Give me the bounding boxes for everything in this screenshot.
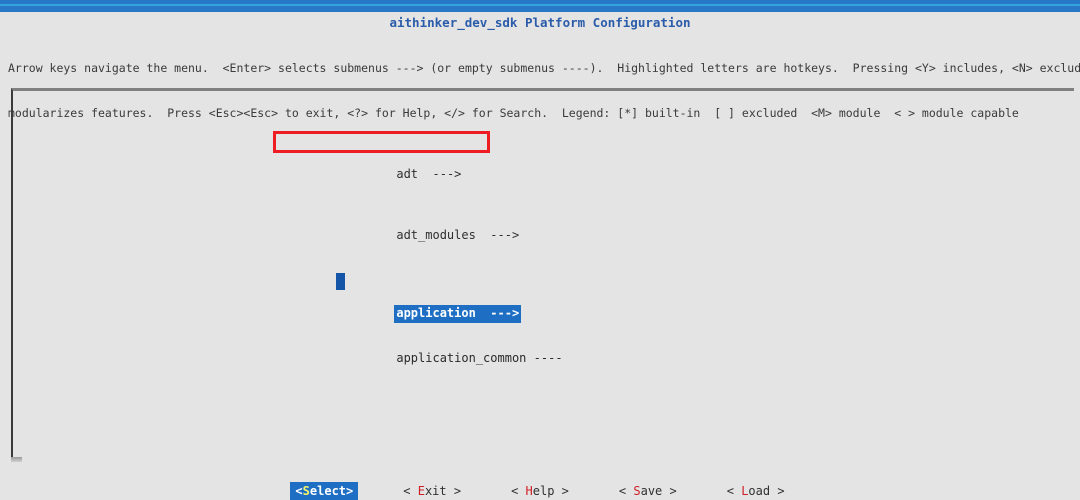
menu-item-application-common[interactable]: application_common ----: [353, 336, 953, 365]
menu-item-adt-modules[interactable]: adt_modules --->: [353, 213, 953, 242]
menu-item-application[interactable]: application --->: [336, 273, 953, 323]
select-button[interactable]: <Select>: [290, 481, 359, 500]
menu-item-label: application --->: [394, 305, 522, 323]
menu-item-adt[interactable]: adt --->: [353, 151, 953, 181]
page-title: aithinker_dev_sdk Platform Configuration: [389, 15, 691, 30]
window-top-bar: [0, 0, 1080, 12]
menu-panel: adt ---> adt_modules ---> application --…: [11, 88, 1074, 462]
top-bar-accent-stripe: [0, 4, 1080, 6]
menu-item-label: adt_modules --->: [396, 228, 520, 243]
save-button[interactable]: < Save >: [614, 482, 682, 500]
menu-panel-corner: [11, 457, 22, 462]
button-bar: <Select> < Exit > < Help > < Save > < Lo…: [0, 481, 1080, 500]
exit-button[interactable]: < Exit >: [398, 482, 466, 500]
help-line-1: Arrow keys navigate the menu. <Enter> se…: [8, 61, 1080, 75]
help-button[interactable]: < Help >: [506, 482, 574, 500]
menu-item-label: application_common ----: [396, 351, 563, 366]
selection-cursor-block: [336, 273, 345, 291]
menu-list: adt ---> adt_modules ---> application --…: [336, 105, 953, 398]
load-button[interactable]: < Load >: [722, 482, 790, 500]
menu-item-label: adt --->: [396, 166, 462, 181]
